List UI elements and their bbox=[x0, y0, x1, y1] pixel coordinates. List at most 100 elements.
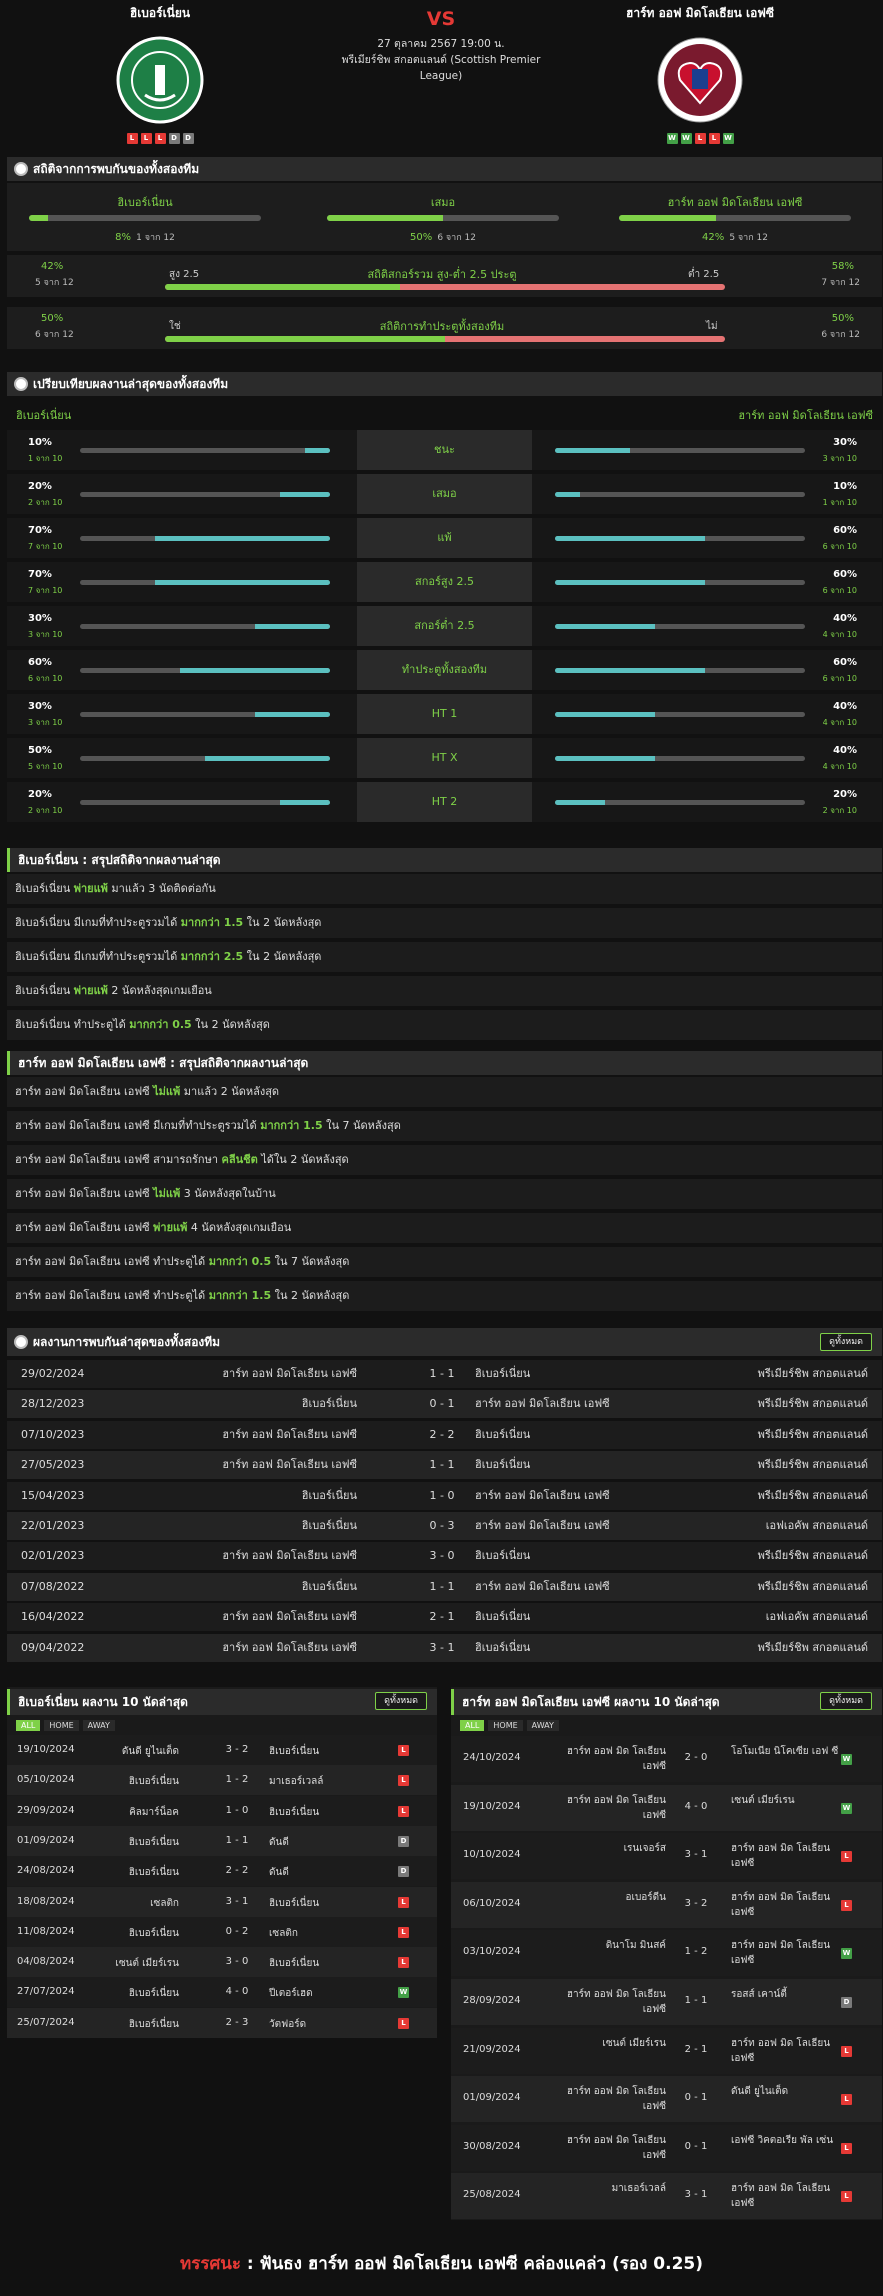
view-all-button[interactable]: ดูทั้งหมด bbox=[820, 1333, 872, 1351]
h2h-row[interactable]: 16/04/2022 ฮาร์ท ออฟ มิดโลเธียน เอฟซี 2 - … bbox=[7, 1603, 882, 1632]
match-row[interactable]: 27/07/2024 ฮิเบอร์เนี่ยน 4 - 0 ปีเตอร์เฮด W bbox=[7, 1977, 437, 2008]
tab-all[interactable]: ALL bbox=[16, 1720, 41, 1731]
tab-all[interactable]: ALL bbox=[460, 1720, 485, 1731]
home-team: ฮิเบอร์เนี่ยน bbox=[128, 2018, 179, 2030]
summary-highlight: มากกว่า 1.5 bbox=[260, 1119, 323, 1132]
competition: พรีเมียร์ชิพ สกอตแลนด์ bbox=[757, 1549, 868, 1563]
btts-left-pct: 50% bbox=[41, 313, 64, 324]
h2h-row[interactable]: 15/04/2023 ฮิเบอร์เนี่ยน 1 - 0 ฮาร์ท ออฟ มิ… bbox=[7, 1481, 882, 1510]
ou-right-sub: 7 จาก 12 bbox=[821, 278, 860, 288]
home-team: อเบอร์ดีน bbox=[625, 1891, 666, 1903]
h2h-row[interactable]: 29/02/2024 ฮาร์ท ออฟ มิดโลเธียน เอฟซี 1 - … bbox=[7, 1360, 882, 1388]
match-row[interactable]: 25/08/2024 มาเธอร์เวลล์ 3 - 1 ฮาร์ท ออฟ มิด… bbox=[451, 2173, 882, 2220]
summary-text: ฮาร์ท ออฟ มิดโลเธียน เอฟซี มีเกมที่ทำประ… bbox=[15, 1119, 261, 1132]
match-row[interactable]: 21/09/2024 เซนต์ เมียร์เรน 2 - 1 ฮาร์ท ออฟ … bbox=[451, 2027, 882, 2074]
summary-highlight: คลีนชีต bbox=[221, 1153, 258, 1166]
h2h-row[interactable]: 09/04/2022 ฮาร์ท ออฟ มิดโลเธียน เอฟซี 3 - … bbox=[7, 1633, 882, 1662]
match-date: 30/08/2024 bbox=[463, 2140, 521, 2152]
btts-bar bbox=[165, 336, 725, 342]
summary-text: ฮิเบอร์เนี่ยน มีเกมที่ทำประตูรวมได้ bbox=[15, 916, 181, 929]
compare-row: 20% 2 จาก 10 เสมอ 10% 1 จาก 10 bbox=[7, 474, 882, 514]
result-badge: L bbox=[841, 1851, 852, 1863]
home-team: เรนเจอร์ส bbox=[623, 1843, 666, 1855]
match-row[interactable]: 19/10/2024 ดันดี ยูไนเต็ด 3 - 2 ฮิเบอร์เนี่… bbox=[7, 1735, 437, 1765]
match-row[interactable]: 19/10/2024 ฮาร์ท ออฟ มิด โลเธียน เอฟซี 4 -… bbox=[451, 1784, 882, 1831]
away-sub: 6 จาก 10 bbox=[822, 542, 857, 551]
h2h-row[interactable]: 28/12/2023 ฮิเบอร์เนี่ยน 0 - 1 ฮาร์ท ออฟ มิ… bbox=[7, 1390, 882, 1419]
away-bar bbox=[555, 712, 805, 717]
section-title: ฮิเบอร์เนี่ยน : สรุปสถิติจากผลงานล่าสุด bbox=[18, 853, 221, 867]
away-team: ฮิเบอร์เนี่ยน bbox=[269, 1958, 320, 1970]
score: 1 - 1 bbox=[225, 1834, 249, 1846]
score: 3 - 2 bbox=[684, 1897, 708, 1909]
home-bar bbox=[80, 492, 330, 497]
match-row[interactable]: 04/08/2024 เซนต์ เมียร์เรน 3 - 0 ฮิเบอร์เนี… bbox=[7, 1947, 437, 1978]
home-bar bbox=[80, 668, 330, 673]
tab-home[interactable]: HOME bbox=[44, 1720, 79, 1731]
result-badge: W bbox=[841, 1754, 852, 1765]
tab-away[interactable]: AWAY bbox=[526, 1720, 559, 1731]
h2h-row[interactable]: 27/05/2023 ฮาร์ท ออฟ มิดโลเธียน เอฟซี 1 - … bbox=[7, 1451, 882, 1480]
h2h-row[interactable]: 07/10/2023 ฮาร์ท ออฟ มิดโลเธียน เอฟซี 2 - … bbox=[7, 1420, 882, 1449]
score: 1 - 1 bbox=[429, 1579, 455, 1593]
home-team: ฮิเบอร์เนี่ยน bbox=[301, 1397, 357, 1411]
match-row[interactable]: 01/09/2024 ฮิเบอร์เนี่ยน 1 - 1 ดันดี D bbox=[7, 1825, 437, 1856]
home-sub: 6 จาก 10 bbox=[28, 674, 63, 683]
away-team: เซลติก bbox=[269, 1927, 298, 1939]
h2h-row[interactable]: 07/08/2022 ฮิเบอร์เนี่ยน 1 - 1 ฮาร์ท ออฟ มิ… bbox=[7, 1572, 882, 1601]
tab-away[interactable]: AWAY bbox=[82, 1720, 115, 1731]
match-row[interactable]: 28/09/2024 ฮาร์ท ออฟ มิด โลเธียน เอฟซี 1 -… bbox=[451, 1979, 882, 2025]
tab-home[interactable]: HOME bbox=[488, 1720, 523, 1731]
match-row[interactable]: 18/08/2024 เซลติก 3 - 1 ฮิเบอร์เนี่ยน L bbox=[7, 1886, 437, 1917]
summary-text: ฮิเบอร์เนี่ยน bbox=[15, 984, 74, 997]
away-last10-header: ฮาร์ท ออฟ มิดโลเธียน เอฟซี ผลงาน 10 นัดล… bbox=[451, 1689, 882, 1715]
match-row[interactable]: 24/10/2024 ฮาร์ท ออฟ มิด โลเธียน เอฟซี 2 -… bbox=[451, 1736, 882, 1782]
home-value: 20% bbox=[28, 481, 52, 492]
summary-highlight: พ่ายแพ้ bbox=[73, 984, 108, 997]
summary-highlight: พ่ายแพ้ bbox=[153, 1221, 188, 1234]
match-row[interactable]: 01/09/2024 ฮาร์ท ออฟ มิด โลเธียน เอฟซี 0 -… bbox=[451, 2076, 882, 2123]
summary-text: ใน 2 นัดหลังสุด bbox=[271, 1289, 350, 1302]
away-sub: 3 จาก 10 bbox=[822, 454, 857, 463]
result-badge: L bbox=[841, 2191, 852, 2203]
h2h-row[interactable]: 22/01/2023 ฮิเบอร์เนี่ยน 0 - 3 ฮาร์ท ออฟ มิ… bbox=[7, 1512, 882, 1540]
summary-row: ฮิเบอร์เนี่ยน ทำประตูได้ มากกว่า 0.5 ใน … bbox=[7, 1010, 882, 1040]
match-row[interactable]: 10/10/2024 เรนเจอร์ส 3 - 1 ฮาร์ท ออฟ มิด โล… bbox=[451, 1833, 882, 1880]
view-all-button[interactable]: ดูทั้งหมด bbox=[820, 1692, 872, 1710]
match-row[interactable]: 30/08/2024 ฮาร์ท ออฟ มิด โลเธียน เอฟซี 0 -… bbox=[451, 2124, 882, 2171]
score: 3 - 1 bbox=[225, 1895, 249, 1907]
competition: เอฟเอคัพ สกอตแลนด์ bbox=[765, 1519, 868, 1532]
home-value: 60% bbox=[28, 657, 52, 668]
score: 1 - 1 bbox=[684, 1995, 708, 2006]
away-team: เอฟซี วิคตอเรีย พัล เซ่น bbox=[731, 2134, 834, 2146]
result-badge: L bbox=[841, 2094, 852, 2106]
match-row[interactable]: 29/09/2024 คิลมาร์น็อค 1 - 0 ฮิเบอร์เนี่ยน L bbox=[7, 1795, 437, 1826]
match-date: 27/07/2024 bbox=[17, 1986, 75, 1998]
section-title: สถิติจากการพบกันของทั้งสองทีม bbox=[33, 162, 200, 176]
away-value: 60% bbox=[833, 657, 857, 668]
home-team: ฮาร์ท ออฟ มิดโลเธียน เอฟซี bbox=[222, 1549, 357, 1563]
h2h-row[interactable]: 02/01/2023 ฮาร์ท ออฟ มิดโลเธียน เอฟซี 3 - … bbox=[7, 1542, 882, 1571]
home-team[interactable]: ฮิเบอร์เนี่ยน LLLDD bbox=[50, 4, 270, 144]
h2h-away-wins: ฮาร์ท ออฟ มิดโลเธียน เอฟซี 42% 5 จาก 12 bbox=[619, 193, 851, 244]
ou-under-label: ต่ำ 2.5 bbox=[688, 269, 720, 280]
score: 0 - 2 bbox=[225, 1925, 249, 1937]
match-row[interactable]: 03/10/2024 ดินาโม มินสค์ 1 - 2 ฮาร์ท ออฟ มิ… bbox=[451, 1930, 882, 1977]
view-all-button[interactable]: ดูทั้งหมด bbox=[375, 1692, 427, 1710]
home-bar bbox=[80, 756, 330, 761]
away-team[interactable]: ฮาร์ท ออฟ มิดโลเธียน เอฟซี WWLLW bbox=[590, 4, 810, 144]
home-team-logo bbox=[115, 35, 205, 125]
summary-row: ฮาร์ท ออฟ มิดโลเธียน เอฟซี ทำประตูได้ มา… bbox=[7, 1281, 882, 1311]
match-row[interactable]: 24/08/2024 ฮิเบอร์เนี่ยน 2 - 2 ดันดี D bbox=[7, 1856, 437, 1887]
match-row[interactable]: 05/10/2024 ฮิเบอร์เนี่ยน 1 - 2 มาเธอร์เวลล์… bbox=[7, 1765, 437, 1796]
home-team: ฮาร์ท ออฟ มิดโลเธียน เอฟซี bbox=[222, 1610, 357, 1624]
match-row[interactable]: 11/08/2024 ฮิเบอร์เนี่ยน 0 - 2 เซลติก L bbox=[7, 1916, 437, 1947]
competition: พรีเมียร์ชิพ สกอตแลนด์ bbox=[757, 1427, 868, 1441]
match-row[interactable]: 06/10/2024 อเบอร์ดีน 3 - 2 ฮาร์ท ออฟ มิด โล… bbox=[451, 1881, 882, 1928]
match-date: 19/10/2024 bbox=[463, 1800, 521, 1812]
score: 4 - 0 bbox=[225, 1986, 249, 1998]
prediction: ทรรศนะ : ฟันธง ฮาร์ท ออฟ มิดโลเธียน เอฟซ… bbox=[0, 2250, 883, 2277]
match-row[interactable]: 25/07/2024 ฮิเบอร์เนี่ยน 2 - 3 วัตฟอร์ด L bbox=[7, 2007, 437, 2038]
away-team: ฮิเบอร์เนี่ยน bbox=[269, 1746, 320, 1757]
competition: พรีเมียร์ชิพ สกอตแลนด์ bbox=[757, 1458, 868, 1472]
